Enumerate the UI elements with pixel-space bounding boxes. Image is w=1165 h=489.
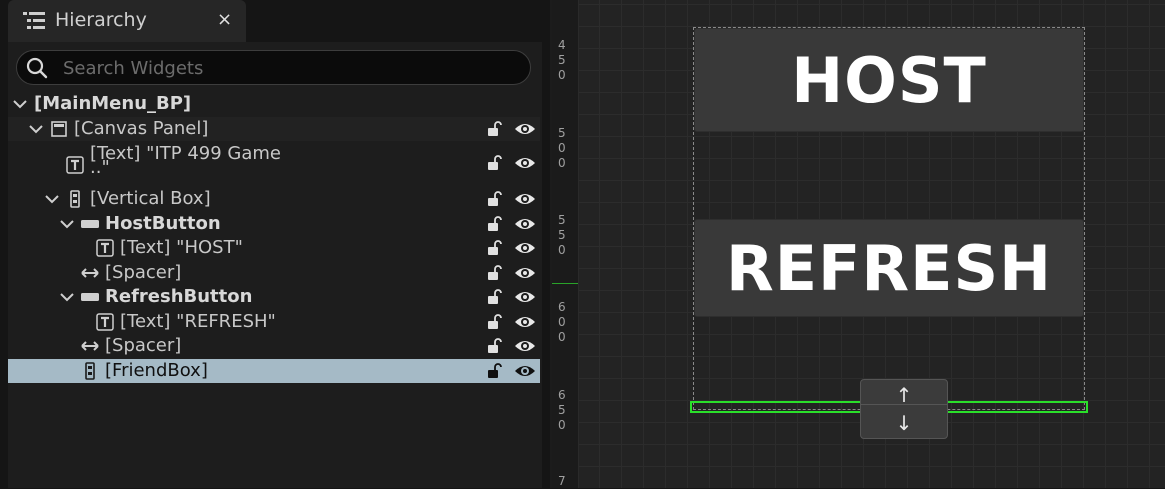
hierarchy-list-icon bbox=[23, 12, 45, 29]
ruler-label: 600 bbox=[558, 300, 566, 344]
unlock-icon[interactable] bbox=[486, 239, 504, 257]
tree-row-spacer-1[interactable]: [Spacer] bbox=[8, 261, 540, 285]
ruler-label: 500 bbox=[558, 126, 566, 170]
canvas-panel-icon bbox=[51, 121, 67, 137]
unlock-icon[interactable] bbox=[486, 120, 504, 138]
chevron-down-icon[interactable] bbox=[12, 96, 28, 112]
unlock-icon[interactable] bbox=[486, 337, 504, 355]
tree-row-label: [Text] "HOST" bbox=[120, 237, 243, 258]
unlock-icon[interactable] bbox=[486, 190, 504, 208]
tree-row-label: [Text] "ITP 499 Game bbox=[90, 143, 281, 164]
search-icon bbox=[26, 57, 48, 79]
vertical-box-icon bbox=[70, 190, 80, 208]
chevron-down-icon[interactable] bbox=[59, 216, 75, 232]
unlock-icon[interactable] bbox=[486, 215, 504, 233]
tab-strip: Hierarchy × bbox=[0, 0, 552, 42]
tree-row-label: [Spacer] bbox=[105, 335, 182, 356]
tree-row-text-host[interactable]: [Text] "HOST" bbox=[8, 236, 540, 260]
hierarchy-body: [MainMenu_BP] [Canvas Panel] [Text] "ITP bbox=[8, 42, 542, 488]
text-widget-icon bbox=[96, 313, 114, 331]
eye-icon[interactable] bbox=[514, 240, 536, 256]
tree-row-refresh-button[interactable]: RefreshButton bbox=[8, 285, 540, 309]
ruler-label: 7 bbox=[558, 474, 566, 488]
tree-row-label: RefreshButton bbox=[105, 286, 253, 307]
eye-icon[interactable] bbox=[514, 289, 536, 305]
vertical-ruler: 450 500 550 600 650 7 bbox=[552, 0, 579, 488]
button-widget-icon bbox=[81, 220, 99, 228]
tree-row-text-refresh[interactable]: [Text] "REFRESH" bbox=[8, 310, 540, 334]
eye-icon[interactable] bbox=[514, 314, 536, 330]
tree-row-text-title[interactable]: [Text] "ITP 499 Game .." bbox=[8, 142, 540, 186]
eye-icon[interactable] bbox=[514, 216, 536, 232]
close-icon[interactable]: × bbox=[217, 9, 232, 30]
ruler-position-marker bbox=[552, 283, 578, 284]
chevron-down-icon[interactable] bbox=[59, 289, 75, 305]
eye-icon[interactable] bbox=[514, 338, 536, 354]
move-down-button[interactable]: ↓ bbox=[861, 411, 947, 435]
designer-canvas[interactable]: 450 500 550 600 650 7 HOST REFRESH ↑ ↓ bbox=[552, 0, 1165, 488]
tree-row-label: [MainMenu_BP] bbox=[34, 93, 192, 114]
tree-row-label: HostButton bbox=[105, 213, 221, 234]
spacer-icon bbox=[81, 341, 99, 351]
chevron-down-icon[interactable] bbox=[44, 191, 60, 207]
tree-row-canvas-panel[interactable]: [Canvas Panel] bbox=[8, 117, 540, 141]
vertical-box-icon bbox=[85, 362, 95, 380]
tree-row-label: [Spacer] bbox=[105, 262, 182, 283]
eye-icon[interactable] bbox=[514, 265, 536, 281]
eye-icon[interactable] bbox=[514, 363, 536, 379]
search-input[interactable] bbox=[61, 54, 525, 83]
refresh-button[interactable]: REFRESH bbox=[694, 219, 1084, 317]
tree-row-label: [Canvas Panel] bbox=[74, 118, 209, 139]
ruler-label: 650 bbox=[558, 388, 566, 432]
ruler-label: 550 bbox=[558, 213, 566, 257]
unlock-icon[interactable] bbox=[486, 264, 504, 282]
tree-row-label: [FriendBox] bbox=[105, 360, 208, 381]
tree-row-label: [Text] "REFRESH" bbox=[120, 311, 276, 332]
tree-row-spacer-2[interactable]: [Spacer] bbox=[8, 334, 540, 358]
eye-icon[interactable] bbox=[514, 191, 536, 207]
tree-row-mainmenu-bp[interactable]: [MainMenu_BP] bbox=[8, 92, 540, 116]
ruler-label: 450 bbox=[558, 38, 566, 82]
tree-row-friendbox[interactable]: [FriendBox] bbox=[8, 359, 540, 383]
button-widget-icon bbox=[81, 293, 99, 301]
reorder-divider bbox=[861, 404, 947, 405]
text-widget-icon bbox=[96, 239, 114, 257]
tree-row-host-button[interactable]: HostButton bbox=[8, 212, 540, 236]
tab-hierarchy[interactable]: Hierarchy × bbox=[8, 0, 246, 42]
text-widget-icon bbox=[66, 156, 84, 174]
tree-row-label: [Vertical Box] bbox=[90, 188, 211, 209]
reorder-widget-control: ↑ ↓ bbox=[860, 379, 948, 439]
refresh-button-label: REFRESH bbox=[725, 231, 1053, 305]
unlock-icon[interactable] bbox=[486, 313, 504, 331]
chevron-down-icon[interactable] bbox=[28, 121, 44, 137]
tab-title: Hierarchy bbox=[55, 9, 147, 31]
unlock-icon[interactable] bbox=[486, 288, 504, 306]
unlock-icon[interactable] bbox=[486, 362, 504, 380]
host-button-label: HOST bbox=[791, 43, 987, 117]
hierarchy-panel: Hierarchy × [MainMenu_BP] [Canvas Pan bbox=[0, 0, 552, 488]
tree-row-label-continuation: .." bbox=[90, 157, 110, 178]
eye-icon[interactable] bbox=[514, 155, 536, 171]
eye-icon[interactable] bbox=[514, 121, 536, 137]
host-button[interactable]: HOST bbox=[694, 28, 1084, 132]
unlock-icon[interactable] bbox=[486, 154, 504, 172]
search-box[interactable] bbox=[16, 50, 531, 85]
spacer-icon bbox=[81, 268, 99, 278]
tree-row-vertical-box[interactable]: [Vertical Box] bbox=[8, 187, 540, 211]
